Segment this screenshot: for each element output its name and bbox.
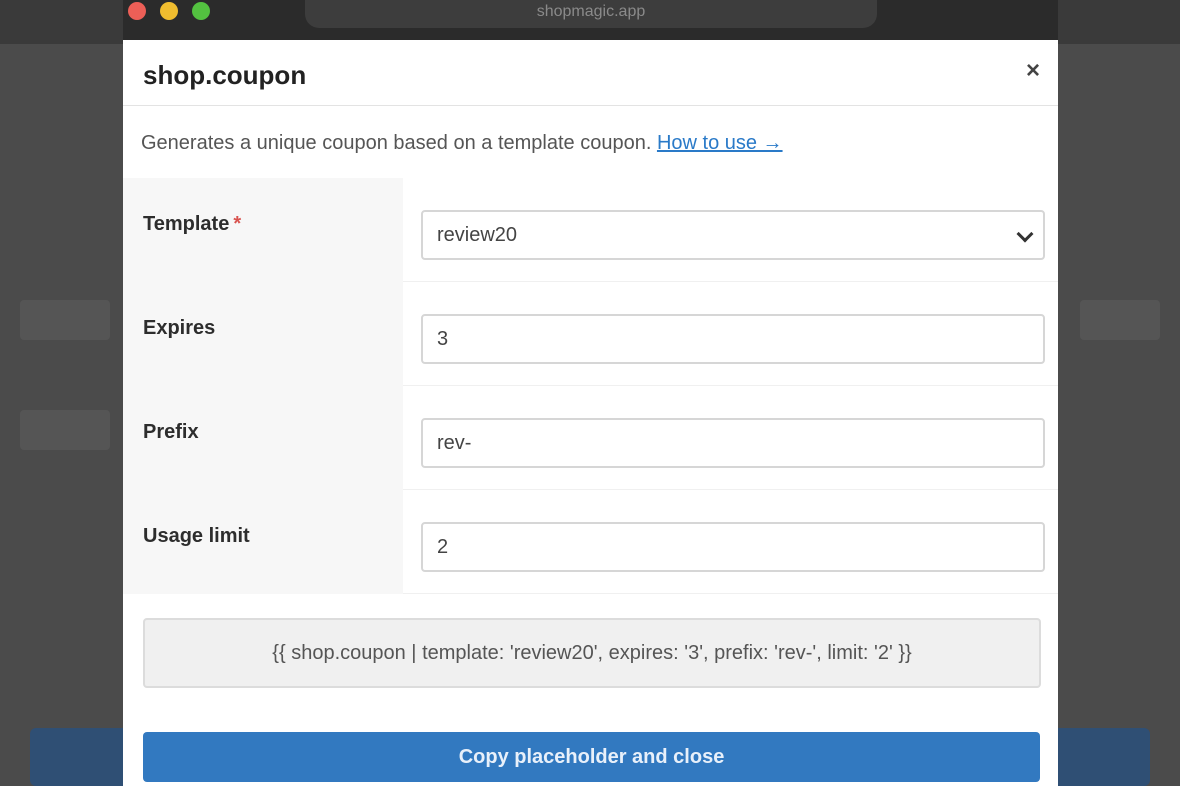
prefix-input[interactable] bbox=[421, 418, 1045, 468]
label-cell: Prefix bbox=[123, 386, 403, 490]
dialog-header: shop.coupon × bbox=[123, 40, 1058, 106]
required-marker: * bbox=[233, 213, 242, 235]
template-label-text: Template bbox=[143, 213, 230, 235]
expires-input[interactable] bbox=[421, 314, 1045, 364]
how-to-use-link[interactable]: How to use → bbox=[657, 132, 783, 154]
window-minimize-button[interactable] bbox=[160, 2, 178, 20]
form-row-template: Template * review20 bbox=[123, 178, 1058, 282]
coupon-form: Template* review20 Expires Prefix Usage … bbox=[123, 178, 1058, 594]
template-select[interactable]: review20 bbox=[421, 210, 1045, 260]
window-close-button[interactable] bbox=[128, 2, 146, 20]
prefix-label: Prefix bbox=[143, 421, 199, 443]
dialog-description: Generates a unique coupon based on a tem… bbox=[141, 132, 783, 155]
template-select-value: review20 bbox=[437, 224, 518, 246]
form-row-usage-limit: Usage limit bbox=[123, 490, 1058, 594]
background-element bbox=[20, 410, 110, 450]
background-element bbox=[20, 300, 110, 340]
form-row-expires: Expires bbox=[123, 282, 1058, 386]
expires-label: Expires bbox=[143, 317, 216, 339]
window-maximize-button[interactable] bbox=[192, 2, 210, 20]
label-cell: Template * bbox=[123, 178, 403, 282]
close-icon[interactable]: × bbox=[1020, 58, 1046, 84]
description-text: Generates a unique coupon based on a tem… bbox=[141, 132, 652, 154]
coupon-dialog: shop.coupon × Generates a unique coupon … bbox=[123, 40, 1058, 786]
template-label: Template * bbox=[143, 213, 241, 236]
usage-limit-label: Usage limit bbox=[143, 525, 250, 547]
placeholder-preview[interactable]: {{ shop.coupon | template: 'review20', e… bbox=[143, 618, 1041, 688]
form-row-prefix: Prefix bbox=[123, 386, 1058, 490]
dialog-title: shop.coupon bbox=[143, 60, 307, 90]
address-bar[interactable]: shopmagic.app bbox=[305, 0, 877, 28]
label-cell: Expires bbox=[123, 282, 403, 386]
chevron-down-icon bbox=[1016, 225, 1034, 243]
usage-limit-input[interactable] bbox=[421, 522, 1045, 572]
background-element bbox=[1080, 300, 1160, 340]
label-cell: Usage limit bbox=[123, 490, 403, 594]
copy-placeholder-button[interactable]: Copy placeholder and close bbox=[143, 732, 1040, 782]
